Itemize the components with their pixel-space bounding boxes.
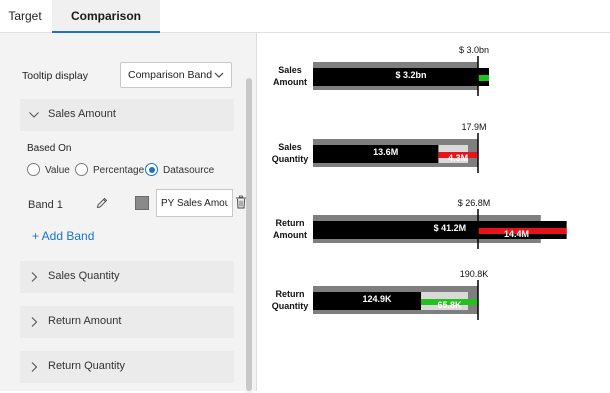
section-header-sales-amount[interactable]: Sales Amount xyxy=(20,99,234,131)
based-on-label: Based On xyxy=(27,143,72,154)
category-label: Return xyxy=(276,289,305,299)
category-label: Sales xyxy=(278,65,302,75)
band-label: Band 1 xyxy=(28,199,63,211)
section-header-sales-quantity[interactable]: Sales Quantity xyxy=(20,261,234,293)
value-label: 13.6M xyxy=(373,147,398,157)
tab-bar: Target Comparison Bands xyxy=(0,0,610,55)
value-label: 124.9K xyxy=(362,294,392,304)
band-color-swatch[interactable] xyxy=(135,196,149,210)
settings-scrollbar-thumb[interactable] xyxy=(246,78,252,391)
pencil-icon[interactable] xyxy=(95,196,109,210)
value-label: $ 3.2bn xyxy=(395,70,426,80)
chevron-right-icon xyxy=(31,317,38,327)
radio-datasource[interactable] xyxy=(145,163,158,176)
chevron-down-icon xyxy=(214,72,224,78)
target-label: 190.8K xyxy=(460,269,489,279)
chevron-right-icon xyxy=(31,362,38,372)
bullet-chart: Sales Amount $ 3.0bn $ 3.2bn Sales Quantity 17… xyxy=(272,45,567,320)
tooltip-display-select[interactable]: Comparison Band xyxy=(120,62,232,88)
trash-icon[interactable] xyxy=(235,195,247,209)
category-label: Quantity xyxy=(272,154,309,164)
tab-target[interactable]: Target xyxy=(2,0,48,31)
variance-label: 14.4M xyxy=(504,229,529,239)
value-label: $ 41.2M xyxy=(434,223,467,233)
section-header-return-quantity[interactable]: Return Quantity xyxy=(20,351,234,383)
tooltip-display-value: Comparison Band xyxy=(128,69,213,81)
radio-value[interactable] xyxy=(27,163,40,176)
target-label: 17.9M xyxy=(461,122,486,132)
radio-percentage-label: Percentage xyxy=(93,165,145,176)
variance-bar xyxy=(478,75,489,81)
radio-datasource-label: Datasource xyxy=(163,165,215,176)
section-label: Sales Quantity xyxy=(48,270,120,282)
tab-comparison-bands[interactable]: Comparison Bands xyxy=(52,0,160,55)
section-label: Return Quantity xyxy=(48,360,126,372)
chevron-right-icon xyxy=(31,272,38,282)
category-label: Sales xyxy=(278,142,302,152)
category-label: Quantity xyxy=(272,301,309,311)
target-label: $ 26.8M xyxy=(458,198,491,208)
category-label: Amount xyxy=(273,77,307,87)
category-label: Amount xyxy=(273,230,307,240)
section-label: Return Amount xyxy=(48,315,122,327)
band-field-input[interactable] xyxy=(156,189,233,217)
chevron-down-icon xyxy=(29,112,39,118)
add-band-link[interactable]: + Add Band xyxy=(32,229,94,243)
target-label: $ 3.0bn xyxy=(459,45,489,55)
section-header-return-amount[interactable]: Return Amount xyxy=(20,306,234,338)
radio-value-label: Value xyxy=(45,165,70,176)
variance-label: 4.3M xyxy=(448,153,468,163)
category-label: Return xyxy=(276,218,305,228)
section-label: Sales Amount xyxy=(48,108,116,120)
bullet-chart-area: Sales Amount $ 3.0bn $ 3.2bn Sales Quantity 17… xyxy=(257,33,610,391)
variance-label: 65.8K xyxy=(437,300,462,310)
radio-percentage[interactable] xyxy=(75,163,88,176)
tooltip-display-label: Tooltip display xyxy=(22,70,88,82)
